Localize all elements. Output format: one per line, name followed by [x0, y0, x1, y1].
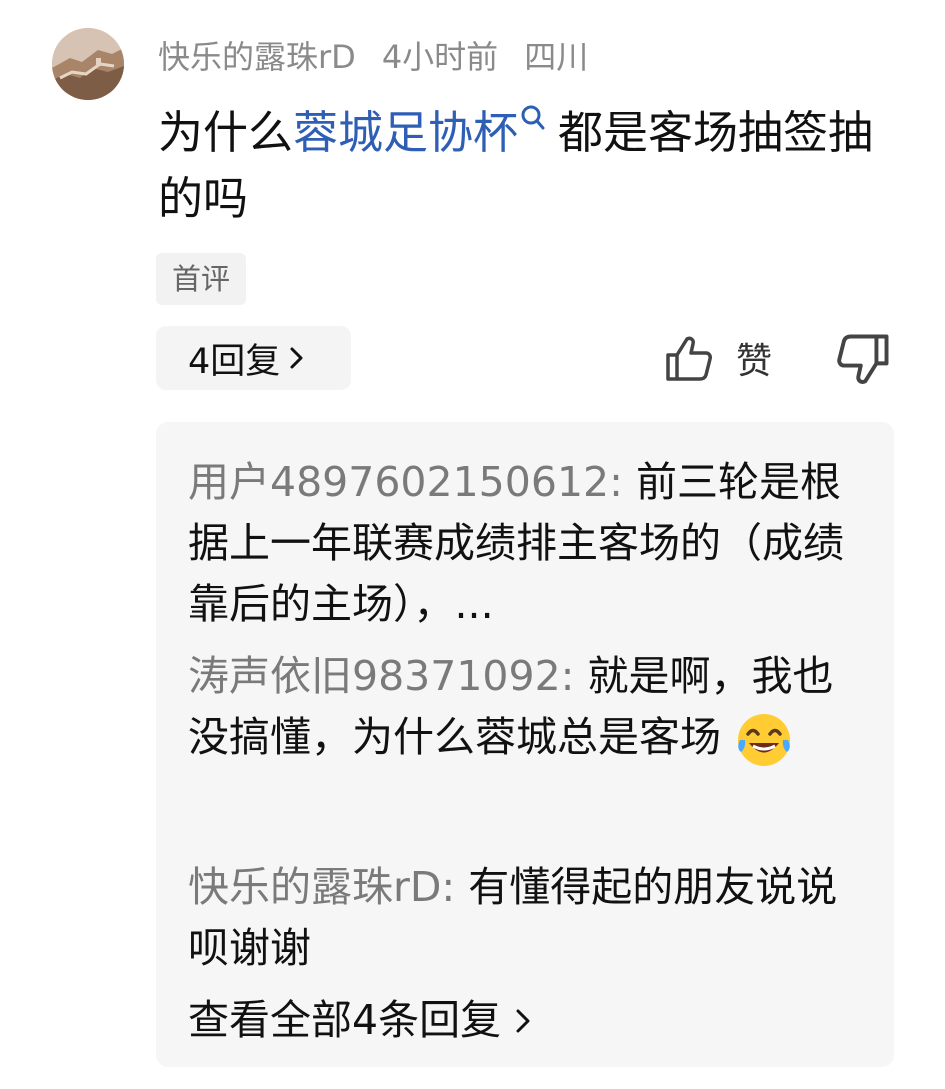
- comment-body: 为什么蓉城足协杯 都是客场抽签抽的吗: [158, 100, 888, 232]
- reply-item[interactable]: 快乐的露珠rD: 有懂得起的朋友说说呗谢谢: [188, 857, 868, 979]
- search-icon: [521, 105, 545, 130]
- comment-meta: 快乐的露珠rD 4小时前 四川: [158, 30, 588, 80]
- thumbs-up-icon: [666, 336, 712, 381]
- like-label: 赞: [736, 341, 773, 382]
- replies-panel: 用户4897602150612: 前三轮是根据上一年联赛成绩排主客场的（成绩靠后…: [156, 422, 894, 1067]
- user-avatar[interactable]: [52, 28, 124, 100]
- keyword-link[interactable]: 蓉城足协杯: [293, 105, 558, 159]
- view-all-replies-label: 查看全部4条回复: [188, 996, 502, 1044]
- view-all-replies-link[interactable]: 查看全部4条回复: [188, 990, 533, 1051]
- tears-of-joy-emoji-icon: [738, 714, 791, 766]
- reply-author[interactable]: 用户4897602150612:: [188, 458, 623, 506]
- comment-time: 4小时前: [381, 38, 499, 76]
- dislike-button[interactable]: [835, 332, 891, 388]
- replies-button[interactable]: 4回复: [156, 326, 351, 390]
- chevron-right-icon: [290, 347, 303, 369]
- keyword-text: 蓉城足协杯: [293, 106, 519, 159]
- comment-location: 四川: [524, 38, 589, 76]
- chevron-right-icon: [516, 1009, 530, 1032]
- thumbs-down-icon: [837, 334, 889, 384]
- reply-item[interactable]: 用户4897602150612: 前三轮是根据上一年联赛成绩排主客场的（成绩靠后…: [188, 452, 868, 635]
- reply-author[interactable]: 快乐的露珠rD:: [188, 863, 455, 911]
- comment-text-before: 为什么: [158, 106, 294, 159]
- reply-item[interactable]: 涛声依旧98371092: 就是啊，我也没搞懂，为什么蓉城总是客场: [188, 646, 868, 770]
- reply-author[interactable]: 涛声依旧98371092:: [188, 652, 575, 700]
- like-button[interactable]: 赞: [664, 330, 772, 386]
- comment-username[interactable]: 快乐的露珠rD: [158, 32, 356, 78]
- replies-count-label: 4回复: [188, 341, 281, 382]
- first-comment-tag: 首评: [156, 253, 247, 305]
